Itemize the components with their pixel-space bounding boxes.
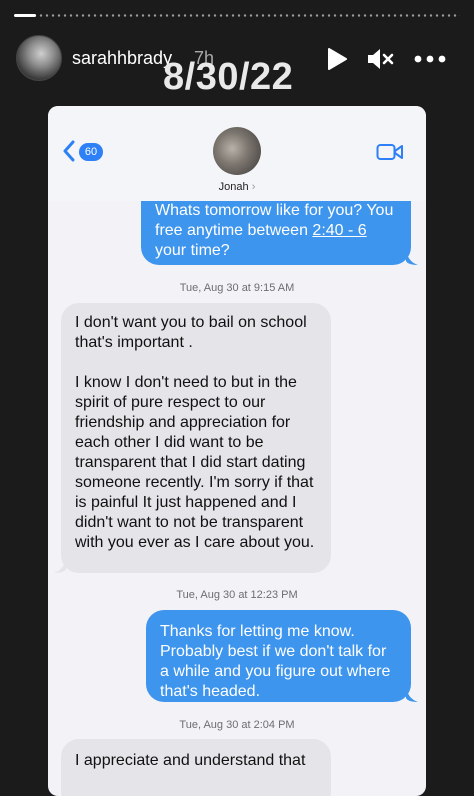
conversation-header: 60 Jonah › [48, 106, 426, 201]
timestamp: Tue, Aug 30 at 9:15 AM [179, 282, 295, 294]
username[interactable]: sarahhbrady [72, 48, 172, 69]
message-bubble-outgoing[interactable]: Whats tomorrow like for you? You free an… [141, 201, 411, 265]
bubble-tail [54, 559, 66, 573]
bubble-tail [406, 688, 418, 702]
timestamp: Tue, Aug 30 at 12:23 PM [176, 589, 298, 601]
unread-count-badge[interactable]: 60 [79, 143, 103, 161]
time-range-link[interactable]: 2:40 - 6 [312, 222, 366, 239]
video-call-icon[interactable] [376, 142, 404, 162]
contact-chevron: › [251, 181, 256, 193]
play-icon[interactable] [327, 48, 347, 70]
message-bubble-incoming[interactable]: I don't want you to bail on school that'… [61, 303, 331, 573]
messages-screenshot: 60 Jonah › Whats tomorrow like for you? … [48, 106, 426, 796]
message-text: Thanks for letting me know. Probably bes… [160, 623, 391, 700]
bubble-tail [406, 251, 418, 265]
more-icon[interactable] [414, 50, 446, 68]
contact-name[interactable]: Jonah › [48, 181, 426, 193]
progress-fill [14, 14, 37, 17]
message-text: your time? [155, 242, 230, 259]
story-progress-bar [14, 14, 460, 17]
timestamp: Tue, Aug 30 at 2:04 PM [179, 719, 295, 731]
date-overlay-text: 8/30/22 [163, 56, 294, 98]
contact-name-text: Jonah [218, 181, 249, 193]
message-bubble-incoming[interactable]: I appreciate and understand that [61, 739, 331, 796]
chevron-left-icon[interactable] [62, 140, 76, 162]
message-text: I don't want you to bail on school that'… [75, 314, 315, 551]
message-text: I appreciate and understand that [75, 752, 306, 769]
contact-avatar[interactable] [213, 127, 261, 175]
mute-icon[interactable] [367, 48, 395, 70]
progress-track [14, 14, 460, 17]
avatar[interactable] [16, 35, 62, 81]
message-bubble-outgoing[interactable]: Thanks for letting me know. Probably bes… [146, 610, 411, 702]
